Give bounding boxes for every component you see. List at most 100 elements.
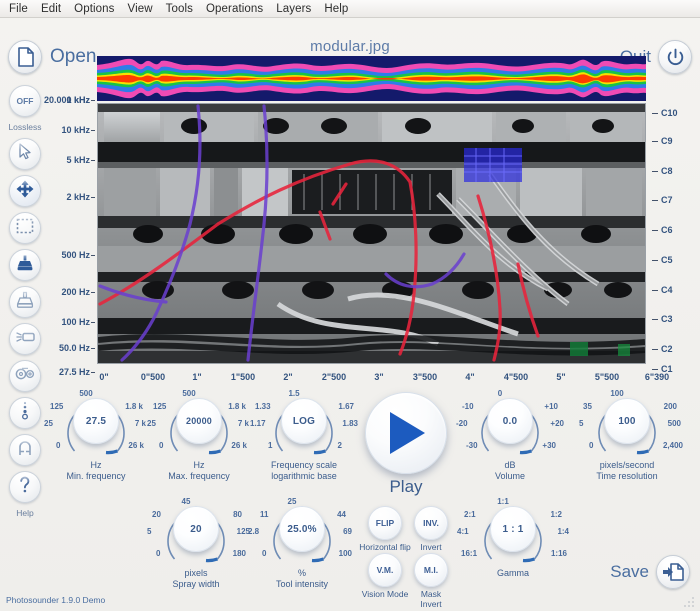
note-label: C9 — [652, 136, 673, 146]
knob-tick: 0 — [589, 441, 594, 450]
knob-tick: 25 — [287, 497, 297, 506]
knob-dial[interactable]: 0.0 — [487, 398, 533, 444]
knob-tick: 2:1 — [464, 510, 476, 519]
knob-tick: -10 — [462, 402, 474, 411]
knob-tick: 2.8 — [248, 527, 260, 536]
mask-invert-icon[interactable]: M.I. — [414, 553, 448, 587]
magnet-tool[interactable] — [9, 434, 41, 466]
note-label: C3 — [652, 314, 673, 324]
knob-tick: 2,400 — [662, 441, 683, 450]
knob-tick: 4:1 — [457, 527, 469, 536]
play-triangle-icon[interactable] — [365, 392, 447, 474]
freq-label: 5 kHz — [66, 155, 95, 165]
dots-tool[interactable] — [9, 397, 41, 429]
menu-item-tools[interactable]: Tools — [166, 0, 193, 18]
knob-caption: Hz Min. frequency — [48, 460, 144, 482]
knob-tick: 100 — [338, 549, 352, 558]
knob-caption: pixels Spray width — [148, 568, 244, 590]
flip-icon[interactable]: FLIP — [368, 506, 402, 540]
time-label: 5" — [556, 372, 566, 382]
resize-grip-icon[interactable] — [682, 596, 696, 608]
page-title: modular.jpg — [310, 38, 390, 55]
knob-tick: 1.5 — [288, 389, 300, 398]
freq-label: 50.0 Hz — [58, 343, 96, 353]
menu-item-operations[interactable]: Operations — [206, 0, 263, 18]
knob-tick: 125 — [153, 402, 167, 411]
image-canvas[interactable] — [97, 103, 646, 364]
knob-tick: 35 — [583, 402, 592, 411]
time-resolution-knob[interactable]: 100 35 200 5 500 0 2,400 100 pixels/seco… — [572, 389, 683, 482]
menu-bar: File Edit Options View Tools Operations … — [0, 0, 700, 18]
invert-icon[interactable]: INV. — [414, 506, 448, 540]
knob-dial[interactable]: 100 — [604, 398, 650, 444]
knob-value: 1 : 1 — [502, 523, 524, 535]
time-label: 5"500 — [594, 372, 620, 382]
knob-tick: -30 — [466, 441, 478, 450]
mask-invert-button[interactable]: M.I. Mask Invert — [405, 553, 457, 609]
knob-value: 20 — [190, 523, 202, 535]
knob-name: Tool intensity — [275, 579, 329, 589]
knob-tick: 0 — [497, 389, 503, 398]
knob-dial[interactable]: 20 — [173, 506, 219, 552]
menu-item-layers[interactable]: Layers — [276, 0, 311, 18]
flip-short-label: FLIP — [375, 518, 395, 528]
frequency-scale-log-base-knob[interactable]: 1.5 1.33 1.67 1.17 1.83 1 2 LOG Frequenc… — [250, 389, 358, 482]
knob-name: Time resolution — [596, 471, 658, 481]
knob-tick: -20 — [456, 419, 468, 428]
spray-width-knob[interactable]: 45 20 80 5 125 0 180 20 pixels Spray wid… — [147, 497, 250, 590]
time-label: 0" — [99, 372, 109, 382]
frequency-axis: 20.000 kHz 10 kHz 5 kHz 2 kHz 1 kHz 500 … — [0, 95, 96, 377]
menu-item-file[interactable]: File — [9, 0, 28, 18]
note-label: C8 — [652, 166, 673, 176]
gamma-knob[interactable]: 1:1 2:1 1:2 4:1 1:4 16:1 1:16 1 : 1 Gamm… — [457, 497, 569, 579]
knob-tick: 1.83 — [342, 419, 358, 428]
knob-tick: 69 — [343, 527, 352, 536]
knob-tick: 0 — [262, 549, 267, 558]
magnet-icon — [17, 439, 33, 462]
waveform-band[interactable] — [97, 56, 646, 101]
knob-dial[interactable]: 20000 — [176, 398, 222, 444]
knob-name: Min. frequency — [66, 471, 126, 481]
help-tool[interactable] — [9, 471, 41, 503]
knob-tick: 500 — [182, 389, 196, 398]
knob-name: Volume — [494, 471, 526, 481]
vision-mode-icon[interactable]: V.M. — [368, 553, 402, 587]
knob-dial[interactable]: LOG — [281, 398, 327, 444]
time-label: 0"500 — [140, 372, 166, 382]
vision-mode-short-label: V.M. — [376, 565, 394, 575]
knob-dial[interactable]: 27.5 — [73, 398, 119, 444]
freq-label: 2 kHz — [66, 192, 95, 202]
min-frequency-knob[interactable]: 500 125 1.8 k 25 7 k 0 26 k 27.5 Hz Min.… — [44, 389, 146, 482]
invert-button[interactable]: INV. Invert — [405, 506, 457, 552]
spectrogram-panel[interactable] — [97, 56, 646, 364]
volume-knob[interactable]: 0 -10 +10 -20 +20 -30 +30 0.0 dB Volume — [456, 389, 564, 482]
menu-item-view[interactable]: View — [128, 0, 153, 18]
knob-tick: 44 — [337, 510, 346, 519]
menu-item-help[interactable]: Help — [324, 0, 348, 18]
knob-tick: 25 — [44, 419, 53, 428]
knob-name: logarithmic base — [271, 471, 337, 481]
knob-dial[interactable]: 25.0% — [279, 506, 325, 552]
knob-tick: 2 — [337, 441, 342, 450]
knob-tick: 1.67 — [338, 402, 354, 411]
menu-item-options[interactable]: Options — [74, 0, 114, 18]
tool-intensity-knob[interactable]: 25 11 44 2.8 69 0 100 25.0% % Tool inten… — [248, 497, 352, 590]
knob-tick: 1:16 — [550, 549, 567, 558]
time-label: 2"500 — [321, 372, 347, 382]
question-mark-icon — [19, 476, 31, 499]
note-axis: C10 C9 C8 C7 C6 C5 C4 C3 C2 C1 — [650, 95, 700, 380]
menu-item-edit[interactable]: Edit — [41, 0, 61, 18]
note-label: C7 — [652, 195, 673, 205]
freq-label: 100 Hz — [61, 317, 95, 327]
knob-value: 0.0 — [502, 415, 518, 427]
knob-tick: 1.17 — [250, 419, 266, 428]
knob-value: LOG — [292, 415, 316, 427]
save-button[interactable]: Save — [610, 555, 690, 589]
knob-dial[interactable]: 1 : 1 — [490, 506, 536, 552]
freq-label: 10 kHz — [61, 125, 95, 135]
mask-invert-label-2: Invert — [420, 599, 442, 609]
play-button[interactable]: Play — [361, 392, 451, 497]
play-label: Play — [389, 477, 423, 496]
max-frequency-knob[interactable]: 500 125 1.8 k 25 7 k 0 26 k 20000 Hz Max… — [147, 389, 249, 482]
knob-caption: dB Volume — [462, 460, 558, 482]
